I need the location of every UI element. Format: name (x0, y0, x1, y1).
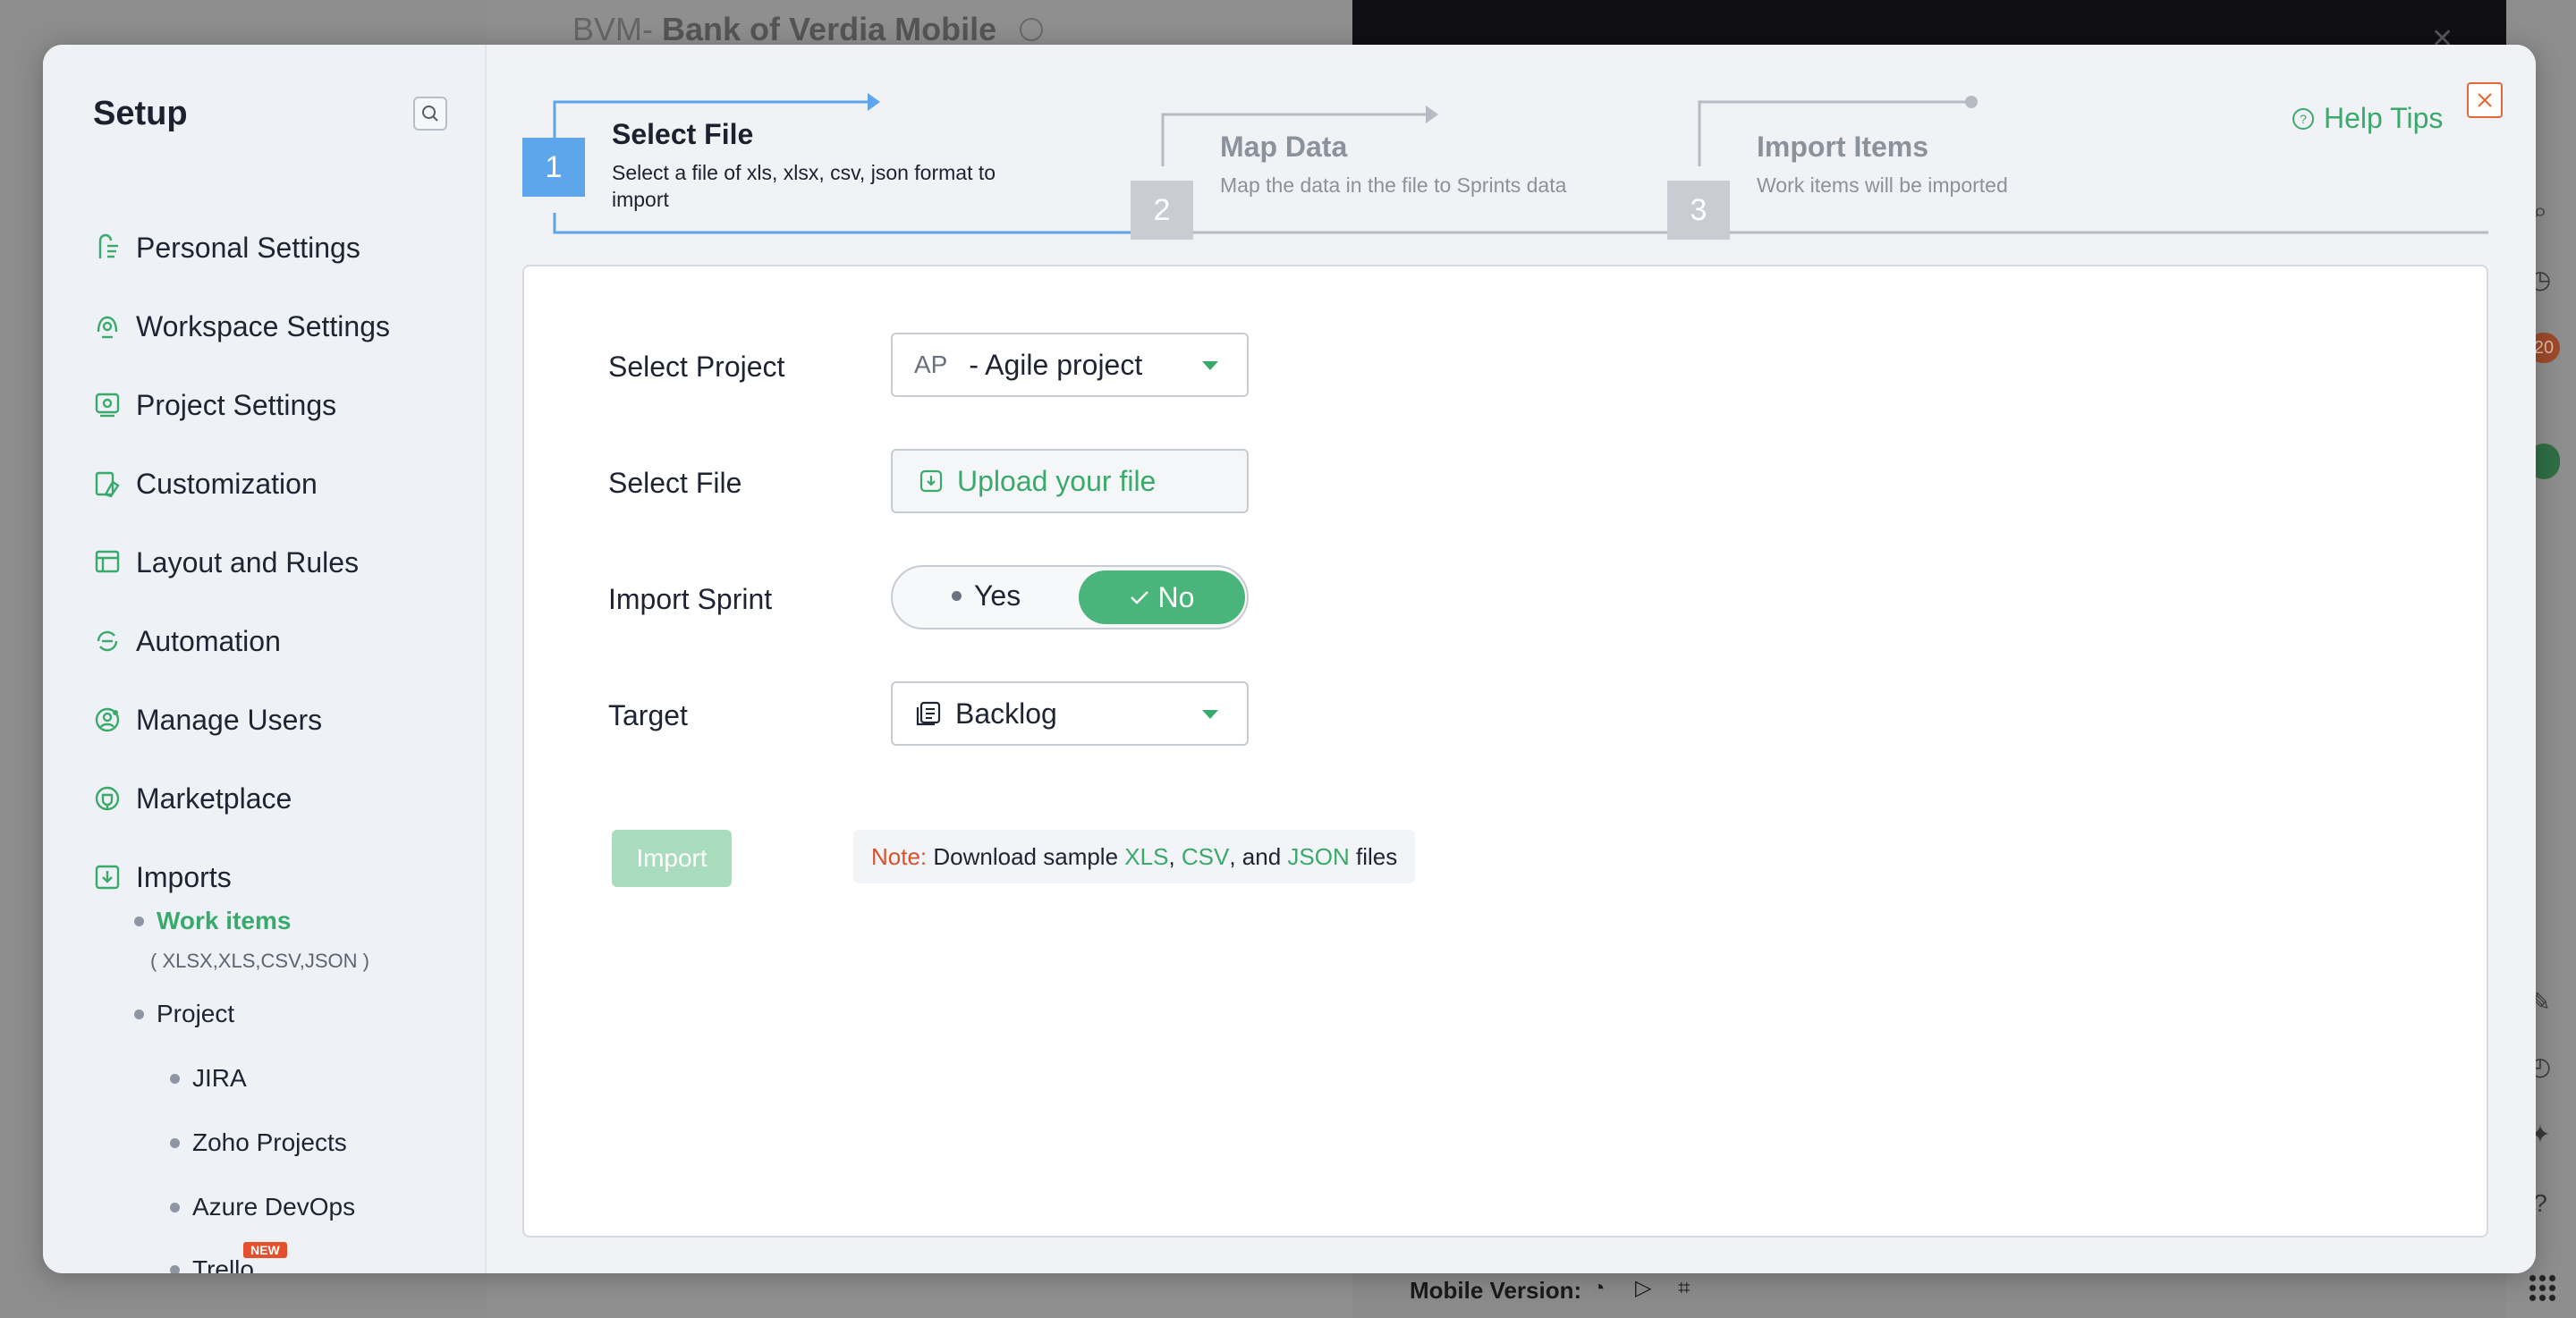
project-code: AP (914, 351, 948, 378)
step-1-desc: Select a file of xls, xlsx, csv, json fo… (612, 161, 996, 211)
mobile-store-icons: ◔ ▷ ⌗ (1592, 1277, 1701, 1300)
step-3-number: 3 (1667, 181, 1730, 240)
step-2-desc: Map the data in the file to Sprints data (1220, 173, 1567, 197)
sidebar-item-workspace-settings[interactable]: Workspace Settings (91, 304, 390, 349)
sidebar-sub-work-items[interactable]: Work items (134, 907, 291, 935)
close-icon (2478, 93, 2492, 107)
step-3-desc: Work items will be imported (1757, 173, 2008, 197)
sidebar-item-layout-rules[interactable]: Layout and Rules (91, 540, 359, 585)
sidebar-item-label: Layout and Rules (136, 545, 360, 579)
work-items-formats: ( XLSX,XLS,CSV,JSON ) (150, 950, 369, 972)
mobile-version-label: Mobile Version: (1410, 1277, 1582, 1304)
sample-download-note: Note: Download sample XLS, CSV, and JSON… (853, 830, 1416, 883)
help-circle-icon: ? (2292, 107, 2314, 130)
target-value: Backlog (955, 697, 1057, 730)
chevron-down-icon (1202, 361, 1218, 370)
check-icon (1130, 591, 1148, 604)
step-3-title: Import Items (1757, 131, 1929, 163)
sidebar-item-label: Marketplace (136, 782, 292, 815)
bullet-dot (170, 1137, 180, 1148)
bullet-dot (170, 1264, 180, 1273)
sidebar-search-button[interactable] (413, 97, 447, 131)
sidebar-title: Setup (93, 95, 188, 132)
sidebar-item-label: Manage Users (136, 703, 323, 736)
sidebar-item-project-settings[interactable]: Project Settings (91, 383, 336, 427)
xls-sample-link[interactable]: XLS (1124, 843, 1168, 871)
bullet-dot (134, 1009, 144, 1019)
close-button[interactable] (2467, 82, 2503, 118)
bullet-dot (170, 1202, 180, 1212)
sidebar-sub-zoho-projects[interactable]: Zoho Projects (170, 1128, 347, 1157)
setup-modal: Setup Personal Settings Workspace Settin… (43, 45, 2536, 1273)
upload-file-button[interactable]: Upload your file (891, 449, 1249, 513)
marketplace-icon (91, 782, 123, 815)
layout-rules-icon (91, 546, 123, 579)
background-project-title: BVM- Bank of Verdia Mobile (572, 11, 997, 47)
import-sprint-label: Import Sprint (608, 583, 773, 615)
import-sprint-toggle: Yes No (891, 565, 1249, 629)
select-file-label: Select File (608, 467, 742, 499)
upload-icon (919, 469, 943, 493)
setup-sidebar: Setup Personal Settings Workspace Settin… (43, 45, 487, 1273)
select-project-label: Select Project (608, 351, 785, 383)
help-tips-link[interactable]: ? Help Tips (2292, 102, 2443, 135)
step-1-number: 1 (522, 138, 585, 197)
target-select[interactable]: Backlog (891, 681, 1249, 746)
personal-settings-icon (91, 232, 123, 264)
note-label: Note: (871, 842, 928, 870)
sidebar-item-label: Workspace Settings (136, 309, 390, 342)
qr-code-icon: ⌗ (1678, 1276, 1690, 1300)
manage-users-icon (91, 704, 123, 736)
svg-text:?: ? (2300, 112, 2307, 126)
bullet-dot (134, 916, 144, 926)
sidebar-sub-jira[interactable]: JIRA (170, 1064, 247, 1093)
step-2-number: 2 (1131, 181, 1193, 240)
toggle-no-option[interactable]: No (1079, 570, 1245, 624)
search-icon (422, 106, 438, 122)
import-stepper: 1 Select File Select a file of xls, xlsx… (487, 45, 2536, 259)
sidebar-item-label: Imports (136, 860, 232, 893)
project-settings-icon (91, 389, 123, 421)
sidebar-item-label: Automation (136, 624, 281, 657)
apple-icon: ◔ (1592, 1276, 1606, 1300)
new-badge: NEW (243, 1242, 287, 1258)
sidebar-item-manage-users[interactable]: Manage Users (91, 697, 322, 742)
chevron-down-icon (1202, 710, 1218, 719)
import-form-card: Select Project AP - Agile project Select… (522, 265, 2488, 1238)
apps-grid-icon (2528, 1273, 2556, 1302)
sidebar-item-marketplace[interactable]: Marketplace (91, 776, 292, 821)
sidebar-item-imports[interactable]: Imports (91, 855, 232, 900)
sidebar-item-personal-settings[interactable]: Personal Settings (91, 225, 360, 270)
step-1-title: Select File (612, 118, 754, 150)
csv-sample-link[interactable]: CSV (1182, 843, 1229, 871)
imports-icon (91, 861, 123, 893)
sidebar-sub-project[interactable]: Project (134, 1000, 234, 1028)
play-store-icon: ▷ (1635, 1276, 1652, 1300)
customization-icon (91, 468, 123, 500)
project-select[interactable]: AP - Agile project (891, 333, 1249, 397)
sidebar-sub-trello[interactable]: Trello (170, 1255, 254, 1273)
step-2-title: Map Data (1220, 131, 1348, 163)
sidebar-item-label: Customization (136, 467, 318, 500)
bullet-dot (170, 1073, 180, 1084)
automation-icon (91, 625, 123, 657)
stepper-lines (553, 93, 2488, 234)
import-main-panel: 1 Select File Select a file of xls, xlsx… (487, 45, 2536, 1273)
bullet-dot (952, 591, 962, 601)
project-name: - Agile project (969, 348, 1143, 381)
sidebar-item-label: Personal Settings (136, 231, 360, 264)
backlog-icon (916, 701, 941, 726)
workspace-settings-icon (91, 310, 123, 342)
json-sample-link[interactable]: JSON (1287, 843, 1349, 871)
toggle-yes-option[interactable]: Yes (952, 579, 1021, 613)
background-dark-header (1352, 0, 2506, 45)
sidebar-sub-azure-devops[interactable]: Azure DevOps (170, 1193, 355, 1221)
sidebar-item-customization[interactable]: Customization (91, 461, 318, 506)
target-label: Target (608, 699, 688, 731)
import-button[interactable]: Import (612, 830, 732, 887)
sidebar-item-label: Project Settings (136, 388, 337, 421)
sidebar-item-automation[interactable]: Automation (91, 619, 281, 663)
info-icon (1020, 18, 1043, 41)
